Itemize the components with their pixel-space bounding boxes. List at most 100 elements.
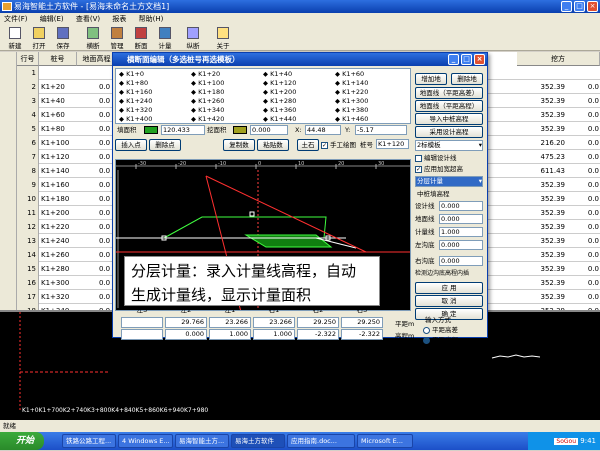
toolbar-cross-section-button[interactable]: 横断	[82, 27, 104, 50]
offset-cell[interactable]	[121, 317, 163, 328]
copy-data-button[interactable]: 复制数	[223, 139, 255, 151]
menu-bar: 文件(F) 编辑(E) 查看(V) 报表 帮助(H)	[0, 13, 600, 25]
dialog-maximize-button[interactable]: □	[461, 54, 472, 65]
x-field[interactable]: 44.48	[305, 125, 341, 135]
toolbar-measure-button[interactable]: 计量	[154, 27, 176, 50]
fill-area-field[interactable]: 120.433	[161, 125, 205, 135]
offset-cell[interactable]: 0.000	[165, 329, 207, 340]
edit-design-checkbox[interactable]: 编辑设计线	[415, 153, 457, 163]
layer-measure-select[interactable]: 分层计量 ▾	[415, 176, 483, 187]
menu-help[interactable]: 帮助(H)	[139, 15, 164, 23]
left-ditch-field[interactable]: 0.000	[439, 240, 483, 250]
station-list-item[interactable]: ◆ K1+380	[335, 106, 368, 114]
mode-offset-elev-radio[interactable]: 平距高程	[423, 335, 458, 345]
dialog-close-button[interactable]: ×	[474, 54, 485, 65]
apply-widen-checkbox[interactable]: ✓ 应用加宽超高	[415, 164, 463, 174]
toolbar-new-button[interactable]: 新建	[4, 27, 26, 50]
station-list-item[interactable]: ◆ K1+260	[191, 97, 224, 105]
offset-cell[interactable]: 1.000	[253, 329, 295, 340]
taskbar-item[interactable]: 铁路公路工程...	[62, 434, 116, 448]
apply-button[interactable]: 应 用	[415, 282, 483, 294]
taskbar-item[interactable]: 4 Windows E...	[118, 434, 173, 448]
toolbar-save-button[interactable]: 保存	[52, 27, 74, 50]
sogou-icon[interactable]: SoGou	[554, 438, 579, 445]
taskbar-item[interactable]: 易海智能土方...	[175, 434, 229, 448]
import-center-button[interactable]: 导入中桩高程	[415, 113, 483, 125]
station-list-item[interactable]: ◆ K1+440	[263, 115, 296, 123]
manual-draw-checkbox[interactable]: ✓ 手工绘图	[321, 140, 356, 150]
station-list-item[interactable]: ◆ K1+20	[191, 70, 220, 78]
mode-offset-diff-radio[interactable]: 平距高差	[423, 325, 458, 335]
station-list-item[interactable]: ◆ K1+0	[119, 70, 144, 78]
toolbar-open-button[interactable]: 打开	[28, 27, 50, 50]
station-list-item[interactable]: ◆ K1+100	[191, 79, 224, 87]
toolbar-section-button[interactable]: 断面	[130, 27, 152, 50]
menu-report[interactable]: 报表	[112, 15, 126, 23]
station-field[interactable]: K1+120	[376, 139, 409, 149]
measure-line-field[interactable]: 1.000	[439, 227, 483, 237]
offset-cell[interactable]: 23.266	[253, 317, 295, 328]
status-bar: 就绪	[0, 420, 600, 432]
ground-line-elev-button[interactable]: 地面线（平距高程）	[415, 100, 483, 112]
offset-cell[interactable]: 23.266	[209, 317, 251, 328]
design-line-field[interactable]: 0.000	[439, 201, 483, 211]
station-list-item[interactable]: ◆ K1+180	[191, 88, 224, 96]
offset-cell[interactable]: 1.000	[209, 329, 251, 340]
use-design-button[interactable]: 采用设计高程	[415, 126, 483, 138]
offset-cell[interactable]: -2.322	[297, 329, 339, 340]
station-list-item[interactable]: ◆ K1+300	[335, 97, 368, 105]
maximize-button[interactable]: □	[574, 1, 585, 12]
cut-area-field[interactable]: 0.000	[250, 125, 288, 135]
dialog-minimize-button[interactable]: _	[448, 54, 459, 65]
station-list-item[interactable]: ◆ K1+420	[191, 115, 224, 123]
toolbar-about-button[interactable]: 关于	[212, 27, 234, 50]
cut-cell: 352.39	[540, 279, 566, 287]
station-list-item[interactable]: ◆ K1+80	[119, 79, 148, 87]
ground-line-offset-button[interactable]: 地面线（平距高差）	[415, 87, 483, 99]
delete-point-button[interactable]: 删除点	[149, 139, 181, 151]
station-list-item[interactable]: ◆ K1+360	[263, 106, 296, 114]
menu-edit[interactable]: 编辑(E)	[40, 15, 64, 23]
station-list-item[interactable]: ◆ K1+120	[263, 79, 296, 87]
soil-rock-button[interactable]: 土石	[297, 139, 319, 151]
toolbar-longitudinal-button[interactable]: 纵断	[182, 27, 204, 50]
taskbar-item[interactable]: 应用指南.doc...	[287, 434, 355, 448]
station-list-item[interactable]: ◆ K1+40	[263, 70, 292, 78]
offset-cell[interactable]: -2.322	[341, 329, 383, 340]
close-button[interactable]: ×	[587, 1, 598, 12]
station-list[interactable]: ◆ K1+0 ◆ K1+20 ◆ K1+40 ◆ K1+60 ◆ K1+80 ◆ K1+1…	[115, 68, 411, 124]
station-list-item[interactable]: ◆ K1+220	[335, 88, 368, 96]
y-field[interactable]: -5.17	[355, 125, 407, 135]
station-list-item[interactable]: ◆ K1+60	[335, 70, 364, 78]
add-ground-button[interactable]: 增加地	[415, 73, 447, 85]
station-list-item[interactable]: ◆ K1+320	[119, 106, 152, 114]
station-list-item[interactable]: ◆ K1+280	[263, 97, 296, 105]
template-select[interactable]: 2标模板 ▾	[415, 140, 483, 151]
minimize-button[interactable]: _	[561, 1, 572, 12]
right-ditch-field[interactable]: 0.000	[439, 256, 483, 266]
delete-ground-button[interactable]: 删除地	[451, 73, 483, 85]
menu-file[interactable]: 文件(F)	[4, 15, 28, 23]
station-list-item[interactable]: ◆ K1+460	[335, 115, 368, 123]
row1-unit-label: 平距m	[395, 320, 415, 328]
station-list-item[interactable]: ◆ K1+240	[119, 97, 152, 105]
offset-cell[interactable]: 29.250	[297, 317, 339, 328]
ground-line-field[interactable]: 0.000	[439, 214, 483, 224]
taskbar-item[interactable]: 易海土方软件	[231, 434, 285, 448]
fill-area-label: 填面积	[117, 126, 137, 134]
station-list-item[interactable]: ◆ K1+400	[119, 115, 152, 123]
paste-data-button[interactable]: 粘贴数	[257, 139, 289, 151]
station-list-item[interactable]: ◆ K1+200	[263, 88, 296, 96]
start-button[interactable]: 开始	[0, 432, 44, 450]
station-list-item[interactable]: ◆ K1+340	[191, 106, 224, 114]
offset-cell[interactable]: 29.766	[165, 317, 207, 328]
insert-point-button[interactable]: 插入点	[115, 139, 147, 151]
menu-view[interactable]: 查看(V)	[76, 15, 100, 23]
station-list-item[interactable]: ◆ K1+160	[119, 88, 152, 96]
offset-cell[interactable]	[121, 329, 163, 340]
taskbar-item[interactable]: Microsoft E...	[357, 434, 413, 448]
toolbar-manage-button[interactable]: 管理	[106, 27, 128, 50]
cancel-button[interactable]: 取 消	[415, 295, 483, 307]
offset-cell[interactable]: 29.250	[341, 317, 383, 328]
station-list-item[interactable]: ◆ K1+140	[335, 79, 368, 87]
